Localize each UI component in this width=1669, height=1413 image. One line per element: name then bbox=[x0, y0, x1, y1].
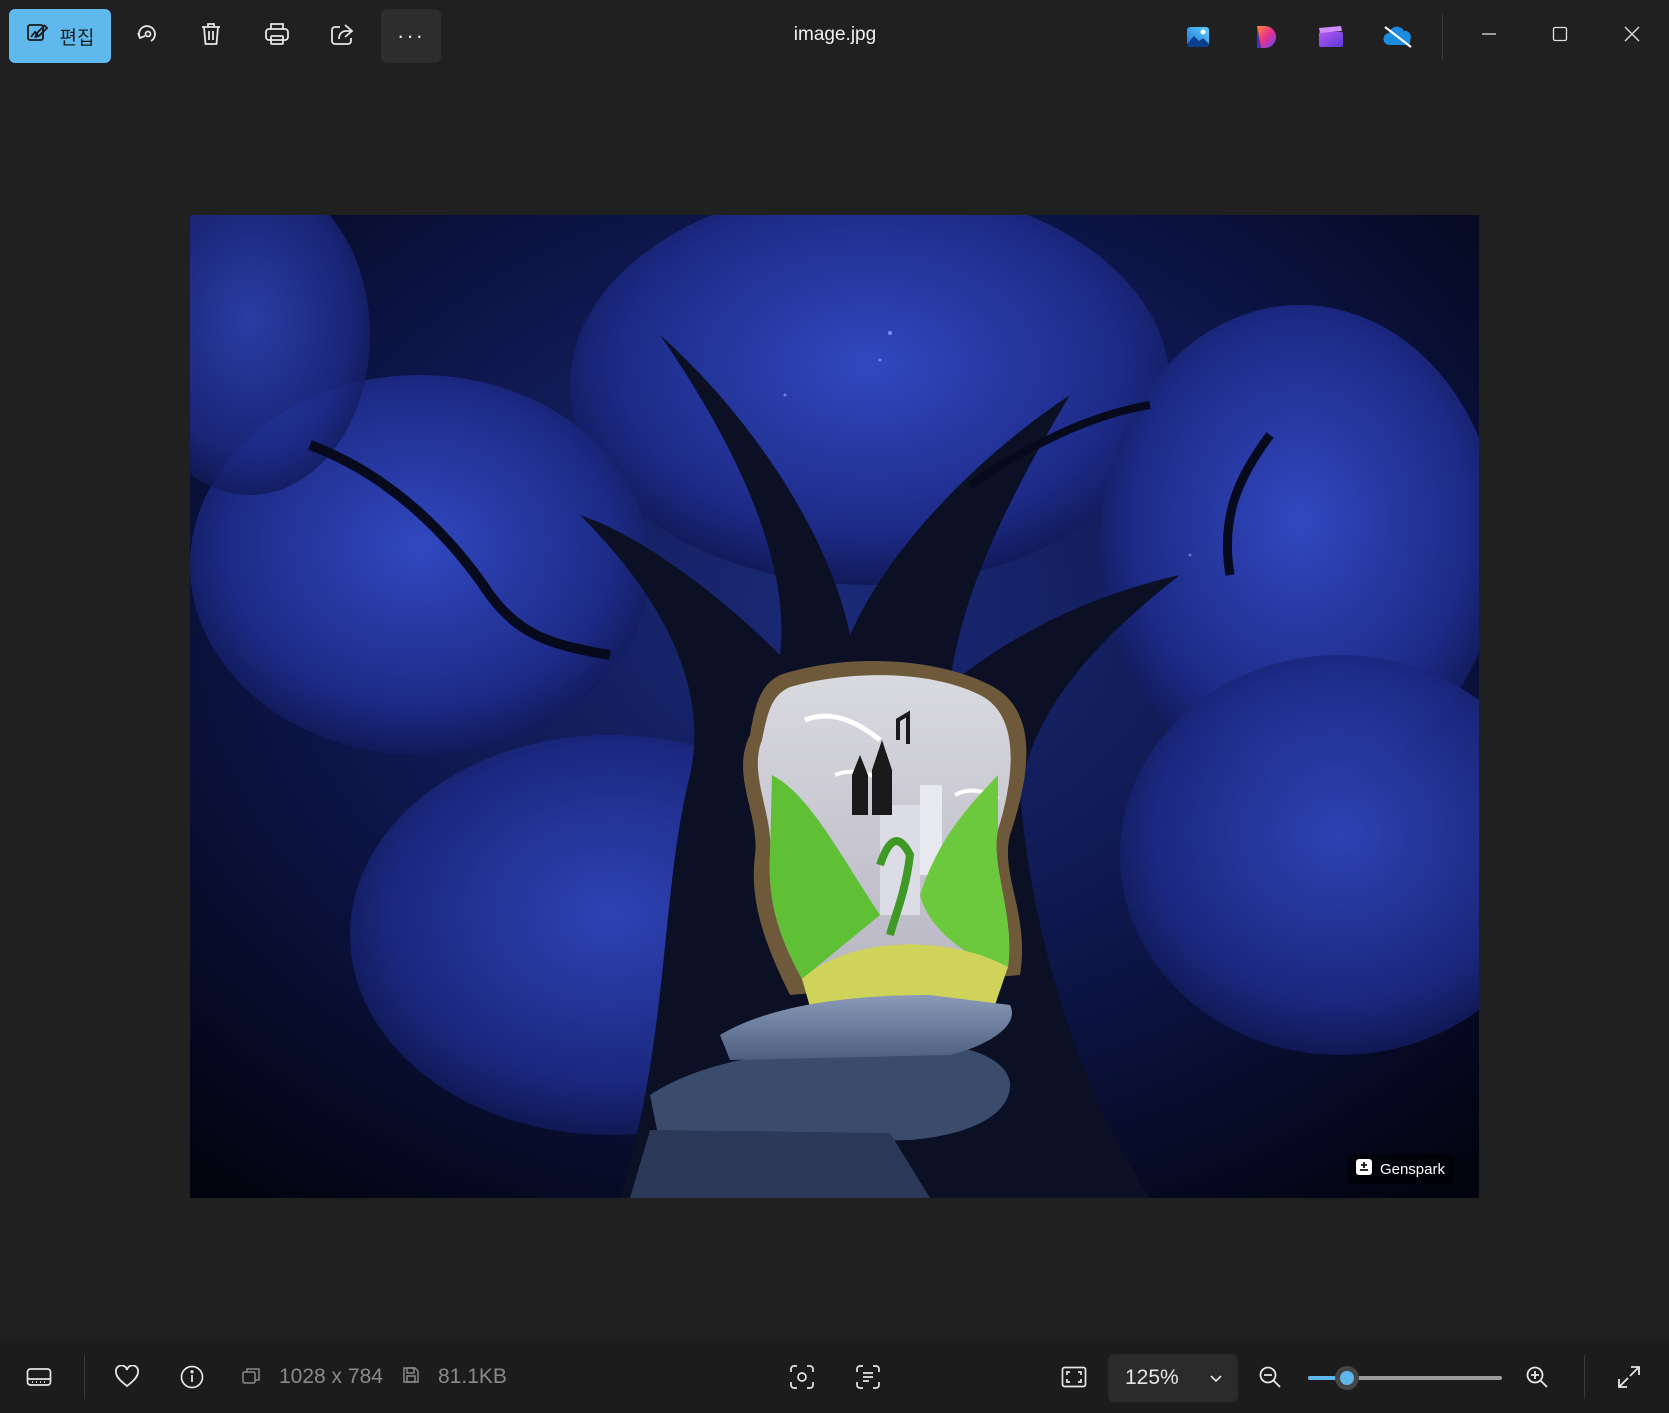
share-button[interactable] bbox=[313, 9, 373, 63]
printer-icon bbox=[264, 22, 290, 51]
edit-button[interactable]: 편집 bbox=[9, 9, 111, 63]
more-options-button[interactable]: ··· bbox=[381, 9, 441, 63]
watermark-text: Genspark bbox=[1379, 1160, 1445, 1178]
title-bar: 편집 ··· image.jpg bbox=[0, 0, 1669, 74]
zoom-slider-thumb[interactable] bbox=[1334, 1366, 1359, 1390]
dimensions-icon bbox=[241, 1366, 261, 1391]
info-icon bbox=[180, 1365, 204, 1394]
chevron-down-icon bbox=[1208, 1368, 1224, 1392]
expand-icon bbox=[1617, 1365, 1641, 1394]
file-info-button[interactable] bbox=[172, 1359, 212, 1399]
photos-app-icon[interactable] bbox=[1181, 20, 1215, 54]
minimize-button[interactable] bbox=[1459, 14, 1519, 58]
close-button[interactable] bbox=[1602, 14, 1662, 58]
zoom-in-button[interactable] bbox=[1517, 1359, 1557, 1399]
displayed-image bbox=[190, 215, 1479, 1198]
status-divider-left bbox=[84, 1355, 85, 1399]
heart-icon bbox=[114, 1364, 140, 1394]
zoom-dropdown[interactable]: 125% bbox=[1108, 1354, 1238, 1402]
clipchamp-app-icon[interactable] bbox=[1314, 20, 1348, 54]
designer-app-icon[interactable] bbox=[1249, 20, 1283, 54]
rotate-icon bbox=[134, 21, 160, 52]
trash-icon bbox=[199, 21, 223, 52]
zoom-out-button[interactable] bbox=[1250, 1359, 1290, 1399]
file-size: 81.1KB bbox=[438, 1365, 507, 1388]
zoom-in-icon bbox=[1525, 1365, 1549, 1394]
image-canvas[interactable]: Genspark bbox=[190, 215, 1479, 1198]
genspark-watermark: Genspark bbox=[1346, 1154, 1453, 1184]
maximize-button[interactable] bbox=[1530, 14, 1590, 58]
titlebar-divider bbox=[1442, 14, 1443, 60]
full-screen-button[interactable] bbox=[1609, 1359, 1649, 1399]
favorite-button[interactable] bbox=[107, 1359, 147, 1399]
share-icon bbox=[330, 22, 356, 51]
close-icon bbox=[1624, 26, 1640, 47]
fit-to-window-icon bbox=[1061, 1366, 1087, 1393]
visual-search-icon bbox=[789, 1364, 815, 1395]
maximize-icon bbox=[1552, 26, 1568, 47]
status-divider-right bbox=[1584, 1355, 1585, 1399]
minimize-icon bbox=[1481, 26, 1497, 47]
more-options-label: ··· bbox=[397, 23, 425, 48]
filmstrip-button[interactable] bbox=[19, 1359, 59, 1399]
zoom-value: 125% bbox=[1125, 1366, 1179, 1389]
fit-to-window-button[interactable] bbox=[1054, 1359, 1094, 1399]
window-title: image.jpg bbox=[793, 24, 877, 45]
status-bar: 1028 x 784 81.1KB 125% bbox=[0, 1341, 1669, 1413]
rotate-button[interactable] bbox=[117, 9, 177, 63]
text-scan-icon bbox=[855, 1364, 881, 1395]
zoom-slider[interactable] bbox=[1308, 1366, 1502, 1390]
print-button[interactable] bbox=[247, 9, 307, 63]
onedrive-icon[interactable] bbox=[1381, 20, 1415, 54]
text-scan-button[interactable] bbox=[848, 1359, 888, 1399]
edit-label: 편집 bbox=[59, 27, 95, 49]
image-dimensions: 1028 x 784 bbox=[279, 1365, 383, 1388]
zoom-out-icon bbox=[1258, 1365, 1282, 1394]
file-size-icon bbox=[402, 1366, 420, 1389]
visual-search-button[interactable] bbox=[782, 1359, 822, 1399]
filmstrip-icon bbox=[26, 1367, 52, 1392]
genspark-logo-icon bbox=[1355, 1158, 1373, 1180]
edit-image-icon bbox=[26, 21, 50, 51]
delete-button[interactable] bbox=[181, 9, 241, 63]
